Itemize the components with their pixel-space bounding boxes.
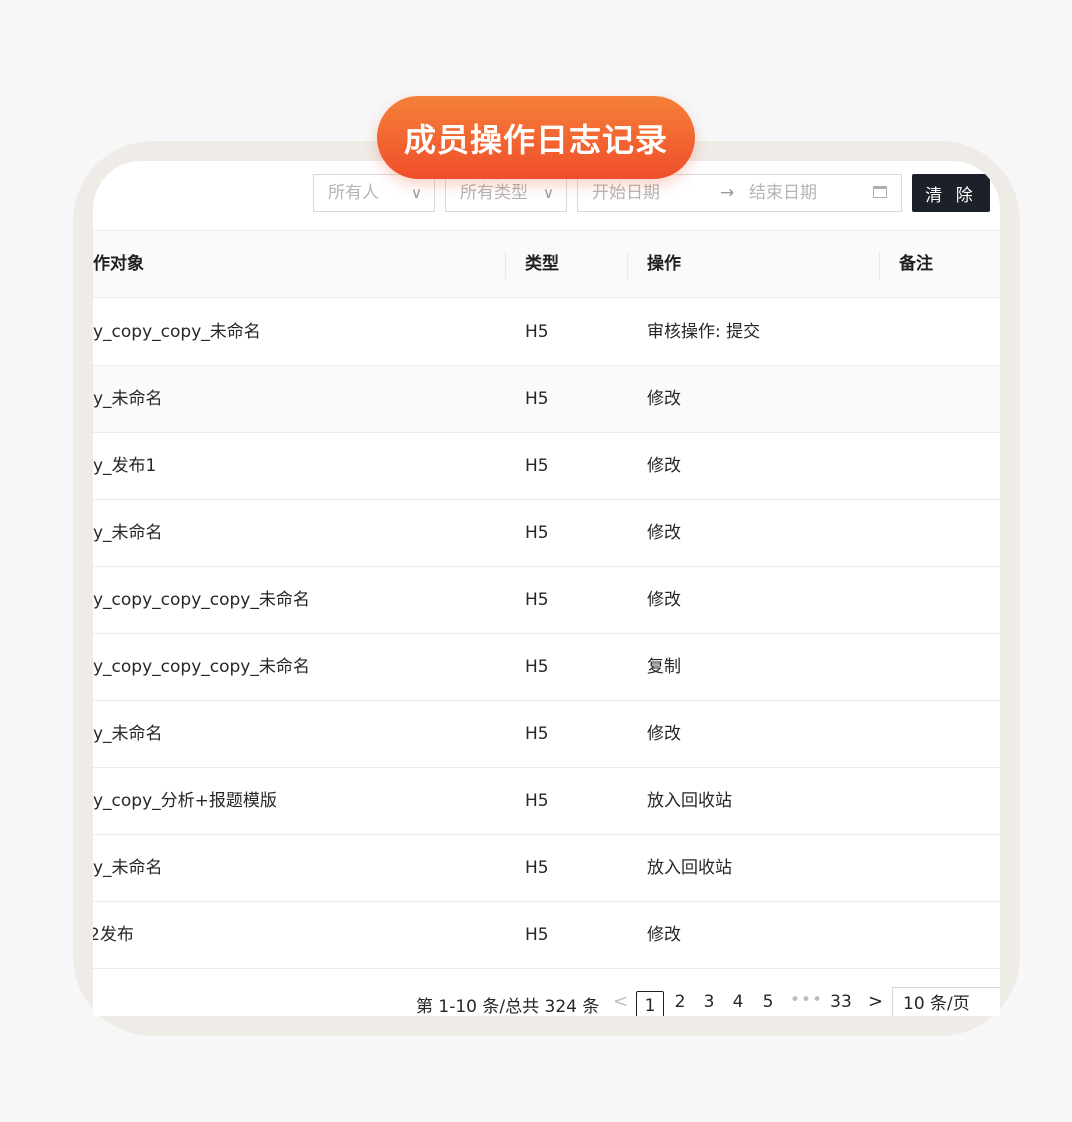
type-select-value: 所有类型 [460, 183, 528, 203]
cell-object: y_copy_copy_未命名 [93, 322, 261, 342]
cell-type: H5 [525, 523, 549, 543]
cell-type: H5 [525, 657, 549, 677]
table-row[interactable]: y_copy_copy_copy_未命名 H5 复制 [93, 634, 1000, 701]
cell-action: 修改 [647, 724, 681, 744]
cell-object: y_未命名 [93, 724, 163, 744]
cell-type: H5 [525, 791, 549, 811]
table-row[interactable]: y_copy_copy_copy_未命名 H5 修改 [93, 567, 1000, 634]
page-title: 成员操作日志记录 [377, 96, 695, 179]
type-select[interactable]: 所有类型 ∨ [445, 174, 567, 212]
page-button-current[interactable]: 1 [636, 991, 664, 1016]
cell-object: y_发布1 [93, 456, 157, 476]
log-panel: 所有人 ∨ 所有类型 ∨ 开始日期 → 结束日期 清 除 作对象 类型 操作 备… [93, 161, 1000, 1016]
page-size-value: 10 条/页 [903, 994, 970, 1014]
date-range-picker[interactable]: 开始日期 → 结束日期 [577, 174, 902, 212]
cell-action: 修改 [647, 925, 681, 945]
arrow-right-icon: → [720, 183, 735, 203]
cell-object: 2发布 [93, 925, 134, 945]
table-row[interactable]: y_copy_分析+报题模版 H5 放入回收站 [93, 768, 1000, 835]
cell-object: y_未命名 [93, 389, 163, 409]
page-size-select[interactable]: 10 条/页 [892, 987, 1000, 1016]
end-date-input[interactable]: 结束日期 [749, 175, 817, 211]
cell-action: 修改 [647, 590, 681, 610]
header-action: 操作 [647, 254, 681, 274]
page-button[interactable]: 2 [670, 992, 690, 1012]
cell-type: H5 [525, 724, 549, 744]
table-row[interactable]: y_未命名 H5 修改 [93, 366, 1000, 433]
member-select[interactable]: 所有人 ∨ [313, 174, 435, 212]
calendar-icon [873, 186, 887, 198]
cell-type: H5 [525, 858, 549, 878]
page-button[interactable]: 3 [699, 992, 719, 1012]
cell-type: H5 [525, 456, 549, 476]
table-row[interactable]: y_发布1 H5 修改 [93, 433, 1000, 500]
header-note: 备注 [899, 254, 933, 274]
column-divider [879, 251, 880, 279]
clear-button[interactable]: 清 除 [912, 174, 990, 212]
table-header: 作对象 类型 操作 备注 [93, 230, 1000, 298]
column-divider [627, 251, 628, 279]
cell-type: H5 [525, 389, 549, 409]
column-divider [505, 251, 506, 279]
cell-object: y_未命名 [93, 858, 163, 878]
member-select-value: 所有人 [328, 183, 379, 203]
chevron-down-icon: ∨ [411, 184, 422, 202]
table-row[interactable]: y_copy_copy_未命名 H5 审核操作: 提交 [93, 299, 1000, 366]
cell-object: y_copy_copy_copy_未命名 [93, 590, 310, 610]
start-date-input[interactable]: 开始日期 [592, 175, 660, 211]
pagination-summary: 第 1-10 条/总共 324 条 [416, 997, 600, 1016]
cell-object: y_copy_copy_copy_未命名 [93, 657, 310, 677]
pagination: 第 1-10 条/总共 324 条 < 1 2 3 4 5 ••• 33 > 1… [93, 987, 1000, 1016]
table-row[interactable]: 2发布 H5 修改 [93, 902, 1000, 969]
ellipsis-icon[interactable]: ••• [790, 990, 823, 1010]
chevron-down-icon: ∨ [543, 184, 554, 202]
table-row[interactable]: y_未命名 H5 放入回收站 [93, 835, 1000, 902]
page-button-last[interactable]: 33 [827, 992, 855, 1012]
cell-type: H5 [525, 925, 549, 945]
next-page-button[interactable]: > [868, 991, 883, 1012]
cell-action: 复制 [647, 657, 681, 677]
cell-action: 放入回收站 [647, 791, 732, 811]
cell-object: y_copy_分析+报题模版 [93, 791, 277, 811]
cell-type: H5 [525, 590, 549, 610]
cell-action: 放入回收站 [647, 858, 732, 878]
cell-action: 修改 [647, 456, 681, 476]
cell-action: 修改 [647, 523, 681, 543]
header-object: 作对象 [93, 254, 144, 274]
cell-object: y_未命名 [93, 523, 163, 543]
prev-page-button[interactable]: < [613, 991, 628, 1012]
header-type: 类型 [525, 254, 559, 274]
table-row[interactable]: y_未命名 H5 修改 [93, 500, 1000, 567]
cell-action: 修改 [647, 389, 681, 409]
page-button[interactable]: 5 [758, 992, 778, 1012]
cell-action: 审核操作: 提交 [647, 322, 761, 342]
page-button[interactable]: 4 [728, 992, 748, 1012]
cell-type: H5 [525, 322, 549, 342]
table-row[interactable]: y_未命名 H5 修改 [93, 701, 1000, 768]
